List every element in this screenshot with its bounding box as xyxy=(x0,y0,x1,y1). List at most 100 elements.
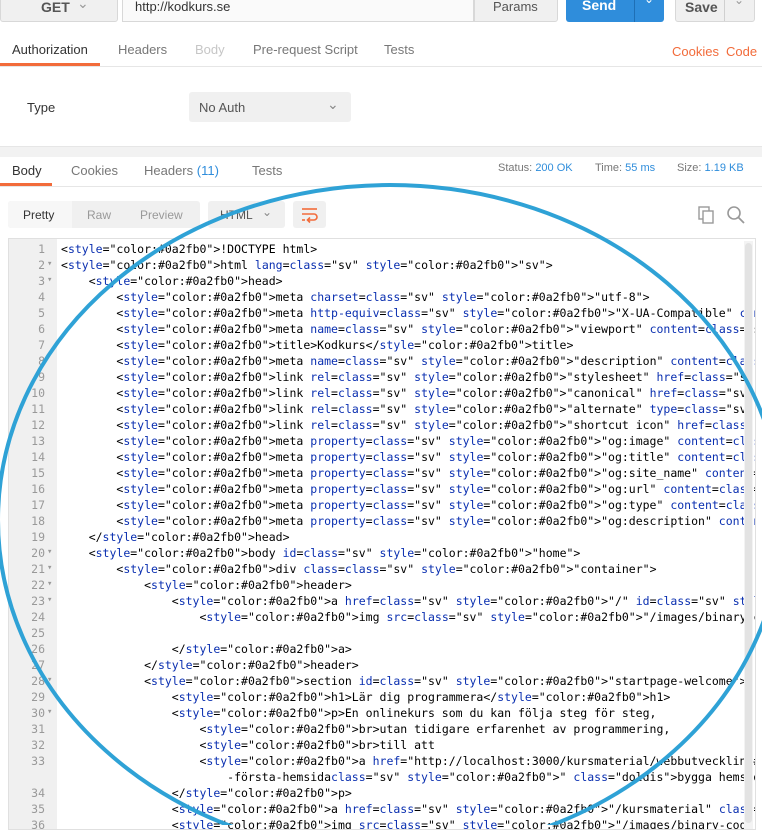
line-number: 27 xyxy=(31,658,45,672)
wrap-lines-icon xyxy=(302,208,318,224)
code-line: </style="color:#0a2fb0">p> xyxy=(61,786,352,800)
fold-arrow-icon[interactable]: ▾ xyxy=(47,707,52,717)
code-line: <style="color:#0a2fb0">link rel=class="s… xyxy=(61,386,754,400)
copy-icon[interactable] xyxy=(697,205,717,225)
language-select[interactable]: HTML ⌄ xyxy=(208,201,285,228)
line-number: 4 xyxy=(38,290,45,304)
section-divider xyxy=(0,146,762,157)
line-number: 22 xyxy=(31,578,45,592)
line-number: 9 xyxy=(38,370,45,384)
code-line: <style="color:#0a2fb0">head> xyxy=(61,274,283,288)
response-tab-headers[interactable]: Headers (11) xyxy=(144,163,219,178)
save-divider xyxy=(724,0,725,21)
wrap-lines-button[interactable] xyxy=(293,201,326,228)
tab-pre-request-script[interactable]: Pre-request Script xyxy=(253,42,358,57)
line-number: 25 xyxy=(31,626,45,640)
tab-tests[interactable]: Tests xyxy=(384,42,414,57)
line-number: 20 xyxy=(31,546,45,560)
status-label: Status: xyxy=(498,162,533,174)
code-line: <style="color:#0a2fb0">br>utan tidigare … xyxy=(61,722,671,736)
line-number: 33 xyxy=(31,754,45,768)
headers-count: (11) xyxy=(196,163,219,178)
size-value: 1.19 KB xyxy=(704,162,744,174)
preview-button[interactable]: Preview xyxy=(140,208,183,222)
time-readout: Time: 55 ms xyxy=(595,162,655,174)
size-label: Size: xyxy=(677,162,702,174)
fold-arrow-icon[interactable]: ▾ xyxy=(47,675,52,685)
line-number: 2 xyxy=(38,258,45,272)
line-number: 5 xyxy=(38,306,45,320)
code-line: <style="color:#0a2fb0">link rel=class="s… xyxy=(61,418,755,432)
line-number: 10 xyxy=(31,386,45,400)
code-line: <style="color:#0a2fb0">meta property=cla… xyxy=(61,434,755,448)
fold-arrow-icon[interactable]: ▾ xyxy=(47,595,52,605)
language-value: HTML xyxy=(220,208,253,222)
method-select[interactable]: GET ⌄ xyxy=(0,0,118,22)
line-number: 32 xyxy=(31,738,45,752)
line-number: 6 xyxy=(38,322,45,336)
line-number: 28 xyxy=(31,674,45,688)
tab-authorization[interactable]: Authorization xyxy=(12,42,88,57)
code-line: <style="color:#0a2fb0">html lang=class="… xyxy=(61,258,553,272)
status-value: 200 OK xyxy=(535,162,573,174)
raw-button[interactable]: Raw xyxy=(87,208,111,222)
fold-arrow-icon[interactable]: ▾ xyxy=(47,259,52,269)
code-line: <style="color:#0a2fb0">title>Kodkurs</st… xyxy=(61,338,574,352)
code-line: <style="color:#0a2fb0">meta charset=clas… xyxy=(61,290,650,304)
params-button[interactable]: Params xyxy=(474,0,558,22)
chevron-down-icon: ⌄ xyxy=(327,96,339,112)
fold-arrow-icon[interactable]: ▾ xyxy=(47,563,52,573)
line-number: 18 xyxy=(31,514,45,528)
save-button[interactable]: Save ⌄ xyxy=(675,0,755,22)
line-number: 13 xyxy=(31,434,45,448)
pretty-button[interactable]: Pretty xyxy=(23,208,54,222)
code-line: <style="color:#0a2fb0">body id=class="sv… xyxy=(61,546,581,560)
tab-headers[interactable]: Headers xyxy=(118,42,167,57)
auth-type-select[interactable]: No Auth ⌄ xyxy=(189,92,351,122)
fold-arrow-icon[interactable]: ▾ xyxy=(47,275,52,285)
auth-type-value: No Auth xyxy=(199,100,246,115)
scrollbar-thumb[interactable] xyxy=(745,243,752,823)
line-number: 1 xyxy=(38,242,45,256)
line-number: 36 xyxy=(31,818,45,830)
status-readout: Status: 200 OK xyxy=(498,162,573,174)
chevron-down-icon: ⌄ xyxy=(262,205,273,219)
line-number: 35 xyxy=(31,802,45,816)
time-value: 55 ms xyxy=(625,162,656,174)
send-divider xyxy=(634,0,635,22)
code-line: <style="color:#0a2fb0">link rel=class="s… xyxy=(61,402,754,416)
line-number: 19 xyxy=(31,530,45,544)
fold-arrow-icon[interactable]: ▾ xyxy=(47,579,52,589)
search-icon[interactable] xyxy=(726,205,746,225)
code-line: <style="color:#0a2fb0">meta property=cla… xyxy=(61,482,755,496)
code-line: </style="color:#0a2fb0">head> xyxy=(61,530,290,544)
method-label: GET xyxy=(41,0,70,15)
tab-body[interactable]: Body xyxy=(195,42,225,57)
code-line: </style="color:#0a2fb0">header> xyxy=(61,658,359,672)
response-tab-tests[interactable]: Tests xyxy=(252,163,282,178)
response-code-editor[interactable]: 1 <style="color:#0a2fb0">!DOCTYPE html> 2 ▾… xyxy=(8,238,756,830)
cookies-link[interactable]: Cookies xyxy=(672,44,719,59)
auth-type-label: Type xyxy=(27,100,56,115)
divider xyxy=(0,66,762,67)
response-tab-cookies[interactable]: Cookies xyxy=(71,163,118,178)
code-line: <style="color:#0a2fb0">a href=class="sv"… xyxy=(61,594,755,608)
chevron-down-icon[interactable]: ⌄ xyxy=(644,0,654,6)
url-input[interactable]: http://kodkurs.se xyxy=(122,0,474,22)
code-link[interactable]: Code xyxy=(726,44,757,59)
code-line: <style="color:#0a2fb0">link rel=class="s… xyxy=(61,370,755,384)
line-number: 15 xyxy=(31,466,45,480)
line-number: 8 xyxy=(38,354,45,368)
code-line: <style="color:#0a2fb0">img src=class="sv… xyxy=(61,610,755,624)
line-number: 24 xyxy=(31,610,45,624)
send-button[interactable]: Send ⌄ xyxy=(566,0,664,22)
code-line: <style="color:#0a2fb0">meta name=class="… xyxy=(61,322,755,336)
line-number: 30 xyxy=(31,706,45,720)
code-line: <style="color:#0a2fb0">header> xyxy=(61,578,352,592)
code-line: <style="color:#0a2fb0">meta property=cla… xyxy=(61,466,755,480)
line-number: 26 xyxy=(31,642,45,656)
chevron-down-icon[interactable]: ⌄ xyxy=(734,0,744,7)
response-tab-body[interactable]: Body xyxy=(12,163,42,178)
code-line: <style="color:#0a2fb0">meta property=cla… xyxy=(61,450,755,464)
fold-arrow-icon[interactable]: ▾ xyxy=(47,547,52,557)
